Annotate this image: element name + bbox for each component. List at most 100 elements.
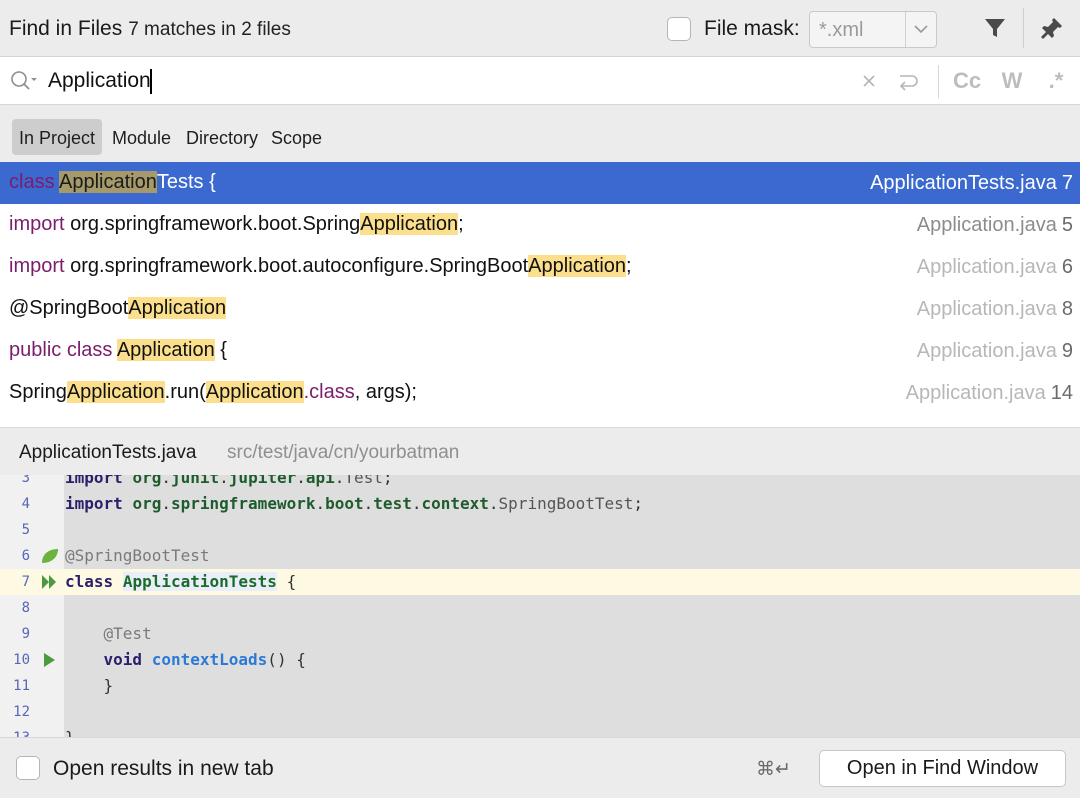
result-file: Application.java	[916, 256, 1057, 278]
pin-icon[interactable]	[1038, 14, 1066, 42]
result-location: Application.java 14	[906, 382, 1073, 405]
result-code: class ApplicationTests {	[9, 171, 216, 194]
code-fragment: ;	[626, 255, 632, 277]
regex-icon[interactable]: .*	[1042, 67, 1070, 95]
code-fragment: , args);	[354, 381, 417, 403]
result-row[interactable]: @SpringBootApplication Application.java 8	[0, 288, 1080, 330]
code-token: .	[219, 475, 229, 487]
result-row[interactable]: class ApplicationTests { ApplicationTests…	[0, 162, 1080, 204]
code-token: .	[334, 475, 345, 487]
code-token: (	[267, 650, 277, 669]
code-token: }	[65, 728, 75, 737]
result-file: Application.java	[916, 298, 1057, 320]
code-text: }	[65, 676, 114, 695]
open-in-find-window-button[interactable]: Open in Find Window	[819, 750, 1066, 787]
line-number: 13	[0, 730, 30, 737]
tab-directory[interactable]: Directory	[186, 119, 258, 155]
file-mask-label: File mask:	[704, 17, 800, 40]
match-summary: 7 matches in 2 files	[128, 19, 291, 40]
tab-module[interactable]: Module	[112, 119, 171, 155]
code-token: )	[276, 650, 287, 669]
code-fragment: import	[9, 255, 65, 277]
line-number: 9	[21, 626, 30, 642]
result-file: ApplicationTests.java	[870, 172, 1057, 194]
file-mask-checkbox[interactable]	[667, 17, 691, 41]
code-fragment: @SpringBoot	[9, 297, 129, 319]
result-code: public class Application {	[9, 339, 227, 362]
search-input[interactable]	[48, 66, 828, 96]
code-line: 12	[0, 699, 1080, 725]
code-token: org	[132, 475, 162, 487]
code-token: .	[315, 494, 326, 513]
code-fragment: org.springframework.boot.Spring	[64, 213, 361, 235]
result-line-number: 8	[1061, 298, 1073, 320]
result-location: Application.java 9	[917, 340, 1073, 363]
code-token: SpringBootTest	[498, 494, 634, 513]
code-line: 9 @Test	[0, 621, 1080, 647]
text-caret	[150, 69, 152, 94]
code-token: .	[488, 494, 499, 513]
scope-tabs: In Project Module Directory Scope	[0, 105, 1080, 162]
search-divider	[938, 65, 939, 98]
code-fragment: public class	[9, 339, 117, 361]
result-code: @SpringBootApplication	[9, 297, 227, 320]
match-case-icon[interactable]: Cc	[952, 67, 982, 95]
result-code: SpringApplication.run(Application.class,…	[9, 381, 417, 404]
code-preview[interactable]: 3 import org.junit.jupiter.api.Test; 4 impo…	[0, 475, 1080, 737]
clear-icon[interactable]	[858, 67, 880, 95]
result-row[interactable]: import org.springframework.boot.autoconf…	[0, 246, 1080, 288]
code-line: 11 }	[0, 673, 1080, 699]
code-text: import org.junit.jupiter.api.Test;	[65, 475, 393, 487]
line-number: 4	[21, 496, 30, 512]
code-token: contextLoads	[151, 650, 268, 669]
line-number: 11	[13, 678, 30, 694]
code-text: class ApplicationTests {	[65, 572, 296, 591]
code-fragment: {	[214, 339, 227, 361]
file-mask-combo[interactable]: *.xml	[809, 11, 937, 48]
code-token: ;	[382, 475, 393, 487]
filter-icon[interactable]	[981, 14, 1009, 42]
code-token: .	[161, 494, 171, 513]
chevron-down-icon[interactable]	[905, 12, 936, 47]
preview-header: ApplicationTests.java src/test/java/cn/y…	[0, 427, 1080, 475]
result-row[interactable]: import org.springframework.boot.SpringAp…	[0, 204, 1080, 246]
results-list: class ApplicationTests { ApplicationTests…	[0, 162, 1080, 427]
whole-words-icon[interactable]: W	[998, 67, 1026, 95]
dialog-footer: Open results in new tab ⌘↵ Open in Find …	[0, 737, 1080, 798]
code-fragment: org.springframework.boot.autoconfigure.S…	[64, 255, 529, 277]
newline-icon[interactable]	[895, 67, 921, 95]
tab-scope[interactable]: Scope	[271, 119, 322, 155]
result-row[interactable]: public class Application { Application.ja…	[0, 330, 1080, 372]
code-token: org	[132, 494, 162, 513]
file-mask-value[interactable]: *.xml	[810, 12, 905, 47]
preview-file-path: src/test/java/cn/yourbatman	[227, 442, 460, 463]
tab-in-project[interactable]: In Project	[12, 119, 103, 155]
code-token: ApplicationTests	[122, 572, 277, 591]
search-icon[interactable]	[10, 70, 40, 92]
code-token: .	[161, 475, 171, 487]
code-token: .	[363, 494, 374, 513]
shortcut-hint: ⌘↵	[756, 759, 791, 780]
code-fragment: class	[9, 171, 60, 193]
run-icon[interactable]	[40, 651, 60, 669]
result-code: import org.springframework.boot.autoconf…	[9, 255, 632, 278]
result-file: Application.java	[916, 340, 1057, 362]
run-tests-icon[interactable]	[40, 573, 60, 591]
code-line: 7 class ApplicationTests {	[0, 569, 1080, 595]
match-highlight: Application	[205, 381, 304, 403]
code-fragment: ;	[458, 213, 464, 235]
open-in-new-tab-checkbox[interactable]	[16, 756, 40, 780]
code-line: 10 void contextLoads() {	[0, 647, 1080, 673]
code-fragment: .run(	[164, 381, 206, 403]
search-bar: Cc W .*	[0, 57, 1080, 105]
line-number: 6	[21, 548, 30, 564]
result-row[interactable]: SpringApplication.run(Application.class,…	[0, 372, 1080, 414]
header-divider	[1023, 8, 1024, 48]
line-number: 5	[21, 522, 30, 538]
code-token: boot	[325, 494, 364, 513]
